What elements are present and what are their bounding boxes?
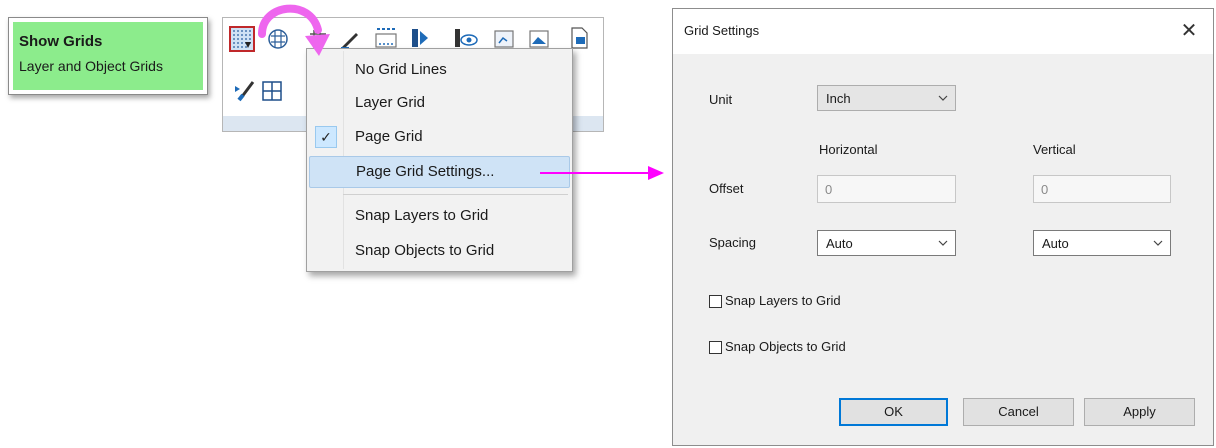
spacing-vertical-select[interactable]: Auto (1033, 230, 1171, 256)
dialog-title: Grid Settings (684, 23, 760, 38)
cancel-button[interactable]: Cancel (963, 398, 1074, 426)
offset-horizontal-value: 0 (825, 182, 833, 197)
spacing-horizontal-select[interactable]: Auto (817, 230, 956, 256)
unit-select[interactable]: Inch (817, 85, 956, 111)
straight-arrowhead-icon (648, 166, 664, 180)
apply-button[interactable]: Apply (1084, 398, 1195, 426)
dialog-titlebar: Grid Settings ✕ (673, 9, 1213, 54)
snap-layers-checkbox[interactable] (709, 295, 722, 308)
snap-objects-checkbox[interactable] (709, 341, 722, 354)
spacing-vertical-value: Auto (1042, 236, 1069, 251)
spacing-horizontal-value: Auto (826, 236, 853, 251)
snap-objects-label[interactable]: Snap Objects to Grid (725, 339, 846, 354)
curved-arrowhead-icon (305, 34, 330, 56)
close-icon[interactable]: ✕ (1179, 18, 1199, 43)
spacing-label: Spacing (709, 235, 756, 250)
unit-label: Unit (709, 92, 733, 107)
chevron-down-icon (938, 240, 948, 246)
offset-label: Offset (709, 181, 744, 196)
offset-vertical-field[interactable]: 0 (1033, 175, 1171, 203)
chevron-down-icon (1153, 240, 1163, 246)
ok-button[interactable]: OK (839, 398, 948, 426)
chevron-down-icon (938, 95, 948, 101)
offset-horizontal-field[interactable]: 0 (817, 175, 956, 203)
horizontal-header: Horizontal (819, 142, 878, 157)
grid-settings-dialog: Grid Settings ✕ Unit Inch Horizontal Ver… (672, 8, 1214, 446)
vertical-header: Vertical (1033, 142, 1076, 157)
offset-vertical-value: 0 (1041, 182, 1049, 197)
curved-arrow-icon (258, 4, 322, 38)
unit-value: Inch (826, 91, 851, 106)
snap-layers-label[interactable]: Snap Layers to Grid (725, 293, 841, 308)
